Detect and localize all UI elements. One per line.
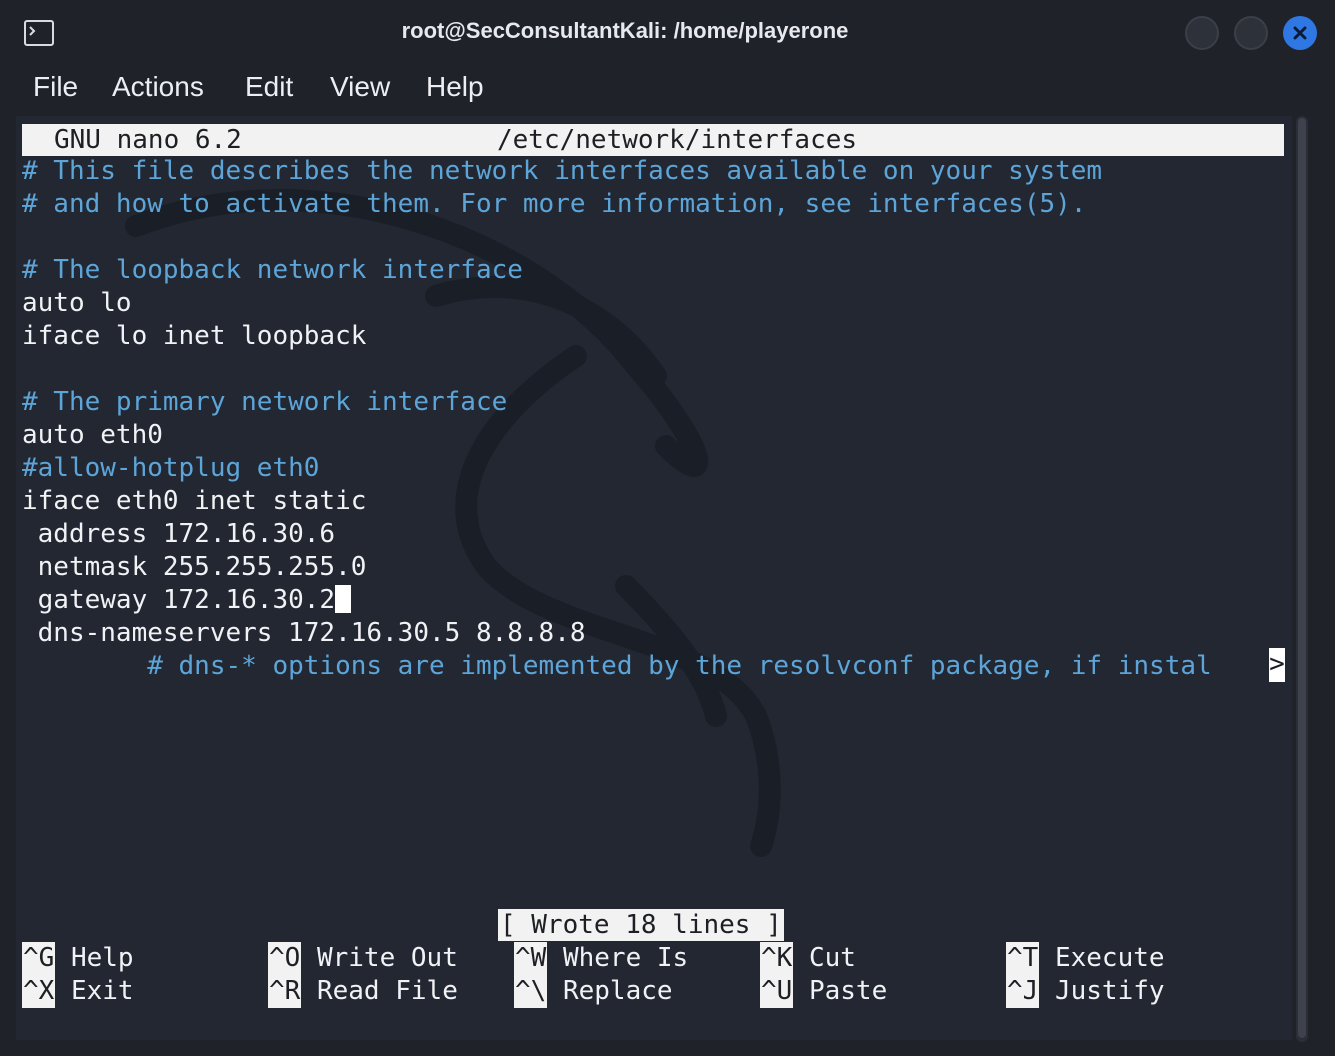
shortcut-key: ^R xyxy=(268,975,302,1008)
shortcut-label: Where Is xyxy=(562,943,689,973)
shortcut-label: Replace xyxy=(562,976,673,1006)
shortcut-label: Justify xyxy=(1054,976,1165,1006)
file-line: netmask 255.255.255.0 xyxy=(22,552,367,582)
shortcut-cut[interactable]: ^K Cut xyxy=(760,942,856,975)
shortcut-key: ^K xyxy=(760,942,794,975)
file-line: #allow-hotplug eth0 xyxy=(22,453,320,483)
menu-edit[interactable]: Edit xyxy=(245,71,293,103)
window-title: root@SecConsultantKali: /home/playerone xyxy=(401,18,849,43)
shortcut-exit[interactable]: ^X Exit xyxy=(22,975,134,1008)
file-line: # The primary network interface xyxy=(22,387,508,417)
menu-bar: File Actions Edit View Help xyxy=(0,66,1335,116)
text-cursor xyxy=(335,585,352,613)
shortcut-key: ^\ xyxy=(514,975,548,1008)
close-icon xyxy=(1293,26,1307,40)
terminal-area[interactable]: GNU nano 6.2 /etc/network/interfaces # T… xyxy=(16,116,1292,1040)
shortcut-label: Read File xyxy=(316,976,458,1006)
line-overflow-indicator: > xyxy=(1269,648,1285,682)
shortcut-paste[interactable]: ^U Paste xyxy=(760,975,887,1008)
shortcut-label: Paste xyxy=(808,976,888,1006)
menu-view[interactable]: View xyxy=(330,71,390,103)
status-message: [ Wrote 18 lines ] xyxy=(498,909,784,941)
file-line-text: gateway 172.16.30.2 xyxy=(22,585,336,615)
shortcut-key: ^T xyxy=(1006,942,1040,975)
shortcut-label: Cut xyxy=(808,943,856,973)
shortcut-write-out[interactable]: ^O Write Out xyxy=(268,942,458,975)
shortcut-key: ^X xyxy=(22,975,56,1008)
minimize-button[interactable] xyxy=(1185,16,1219,50)
file-line-cursor: gateway 172.16.30.2 xyxy=(22,584,352,617)
shortcut-label: Execute xyxy=(1054,943,1165,973)
nano-version: GNU nano 6.2 xyxy=(54,125,242,155)
shortcut-key: ^U xyxy=(760,975,794,1008)
file-line: auto lo xyxy=(22,288,132,318)
shortcut-justify[interactable]: ^J Justify xyxy=(1006,975,1165,1008)
shortcut-key: ^O xyxy=(268,942,302,975)
title-bar: root@SecConsultantKali: /home/playerone xyxy=(0,0,1335,66)
shortcut-execute[interactable]: ^T Execute xyxy=(1006,942,1165,975)
shortcut-label: Help xyxy=(70,943,134,973)
file-line: auto eth0 xyxy=(22,420,163,450)
file-line: # This file describes the network interf… xyxy=(22,156,1103,186)
shortcut-label: Exit xyxy=(70,976,134,1006)
maximize-button[interactable] xyxy=(1234,16,1268,50)
shortcut-where-is[interactable]: ^W Where Is xyxy=(514,942,688,975)
shortcut-help[interactable]: ^G Help xyxy=(22,942,134,975)
file-line: iface eth0 inet static xyxy=(22,486,367,516)
file-line: # dns-* options are implemented by the r… xyxy=(22,651,1212,681)
menu-actions[interactable]: Actions xyxy=(112,71,204,103)
shortcut-label: Write Out xyxy=(316,943,458,973)
shortcut-key: ^W xyxy=(514,942,548,975)
shortcut-replace[interactable]: ^\ Replace xyxy=(514,975,673,1008)
nano-filename: /etc/network/interfaces xyxy=(497,125,858,155)
shortcut-key: ^G xyxy=(22,942,56,975)
file-line: address 172.16.30.6 xyxy=(22,519,336,549)
menu-help[interactable]: Help xyxy=(426,71,484,103)
shortcut-key: ^J xyxy=(1006,975,1040,1008)
file-line: # and how to activate them. For more inf… xyxy=(22,189,1087,219)
close-button[interactable] xyxy=(1283,16,1317,50)
file-line: # The loopback network interface xyxy=(22,255,523,285)
shortcut-read-file[interactable]: ^R Read File xyxy=(268,975,458,1008)
menu-file[interactable]: File xyxy=(33,71,78,103)
file-line: dns-nameservers 172.16.30.5 8.8.8.8 xyxy=(22,618,586,648)
terminal-window: root@SecConsultantKali: /home/playerone … xyxy=(0,0,1335,1056)
scrollbar-thumb[interactable] xyxy=(1298,118,1306,1038)
file-line: iface lo inet loopback xyxy=(22,321,367,351)
